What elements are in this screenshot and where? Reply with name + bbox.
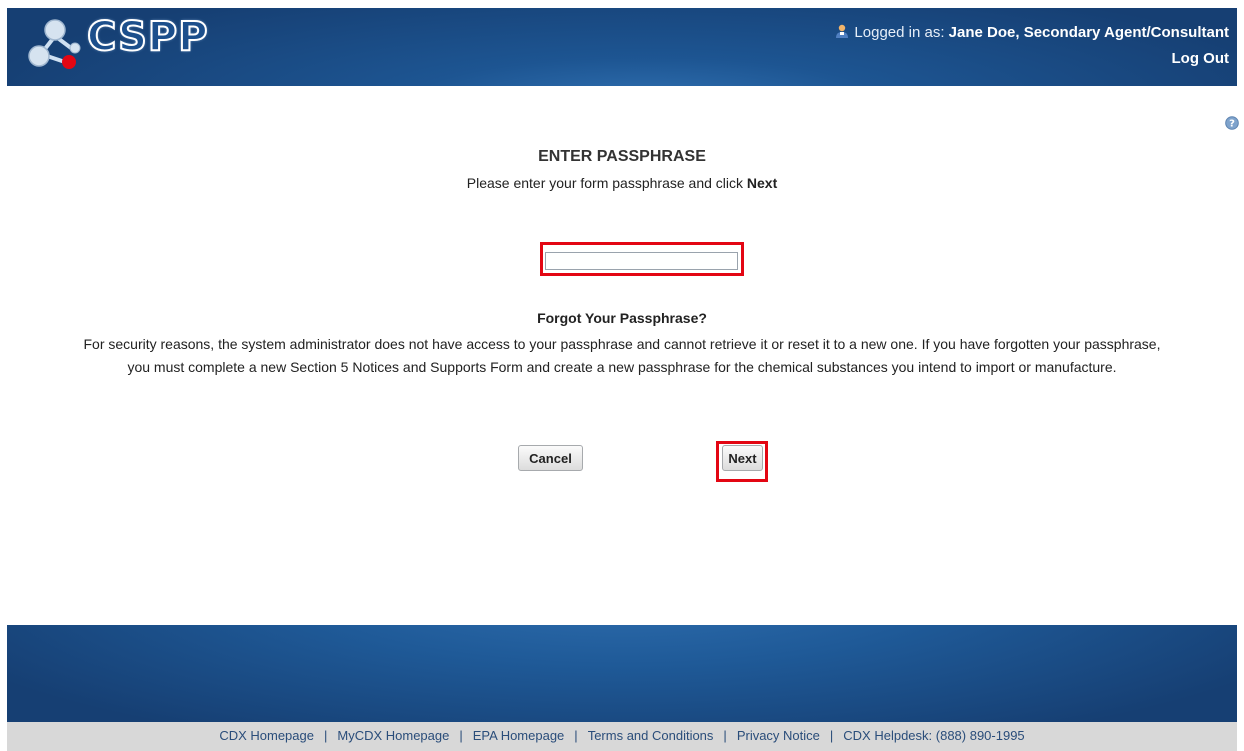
user-icon [836,24,849,38]
footer-separator: | [574,728,578,743]
footer-helpdesk: CDX Helpdesk: (888) 890-1995 [843,728,1025,743]
instruction-text: Please enter your form passphrase and cl… [0,175,1244,191]
app-name: CSPP [86,13,209,61]
forgot-passphrase-text: For security reasons, the system adminis… [83,336,1161,375]
forgot-passphrase-title: Forgot Your Passphrase? [537,310,707,326]
footer-separator: | [323,728,328,743]
site-header: CSPP Logged in as: Jane Doe, Secondary A… [7,8,1237,86]
logout-link[interactable]: Log Out [1172,50,1229,67]
user-area: Logged in as: Jane Doe, Secondary Agent/… [834,20,1229,72]
footer-links: CDX Homepage | MyCDX Homepage | EPA Homepage… [7,722,1237,751]
help-icon[interactable]: ? [1225,116,1239,130]
footer-link-cdx-homepage[interactable]: CDX Homepage [219,728,314,743]
footer-separator: | [459,728,463,743]
user-name: Jane Doe, Secondary Agent/Consultant [948,24,1229,41]
footer-link-epa-homepage[interactable]: EPA Homepage [473,728,565,743]
instruction-label: Please enter your form passphrase and cl… [466,175,743,191]
svg-text:?: ? [1229,119,1235,130]
page-title: ENTER PASSPHRASE [538,148,706,165]
footer-separator: | [723,728,727,743]
footer-separator: | [829,728,834,743]
footer-link-privacy[interactable]: Privacy Notice [737,728,820,743]
instruction-next-word: Next [746,175,778,191]
footer-banner [7,625,1237,722]
cancel-button[interactable]: Cancel [518,445,583,471]
passphrase-input[interactable] [545,252,738,270]
logged-in-label: Logged in as: [854,24,945,41]
footer-link-mycdx-homepage[interactable]: MyCDX Homepage [337,728,449,743]
footer-link-terms[interactable]: Terms and Conditions [588,728,714,743]
next-button[interactable]: Next [722,445,763,471]
